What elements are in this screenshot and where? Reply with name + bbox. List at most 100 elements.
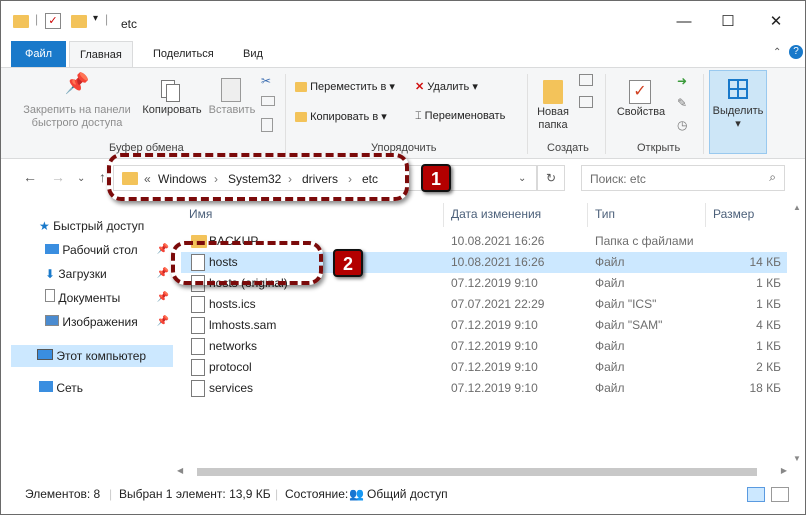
cell-size: 1 КБ xyxy=(756,297,781,311)
paste-button[interactable]: Вставить xyxy=(205,78,259,117)
copy-to-button[interactable]: Копировать в ▾ xyxy=(295,110,387,123)
rename-button[interactable]: ⌶ Переименовать xyxy=(415,110,505,123)
table-row[interactable]: services 07.12.2019 9:10 Файл 18 КБ xyxy=(181,378,787,399)
item-count: Элементов: 8 xyxy=(25,487,101,501)
close-button[interactable]: ✕ xyxy=(761,11,791,33)
nav-documents[interactable]: Документы 📌 xyxy=(45,287,173,309)
table-row[interactable]: lmhosts.sam 07.12.2019 9:10 Файл "SAM" 4 КБ xyxy=(181,315,787,336)
history-icon[interactable]: ◷ xyxy=(677,118,687,132)
nav-network[interactable]: Сеть xyxy=(39,377,169,399)
new-folder-qa-icon[interactable] xyxy=(71,15,87,28)
state-value: Общий доступ xyxy=(367,487,448,501)
search-icon: ⌕ xyxy=(769,170,776,184)
easy-access-icon[interactable] xyxy=(579,96,593,108)
pin-icon[interactable]: 📌 xyxy=(157,287,169,309)
column-name[interactable]: Имя xyxy=(189,203,212,225)
table-row[interactable]: networks 07.12.2019 9:10 Файл 1 КБ xyxy=(181,336,787,357)
file-icon xyxy=(191,359,205,376)
column-type[interactable]: Тип xyxy=(595,203,615,225)
network-icon xyxy=(39,381,53,392)
new-folder-icon xyxy=(533,76,573,106)
cell-name: lmhosts.sam xyxy=(209,318,277,332)
tab-view[interactable]: Вид xyxy=(233,41,273,67)
pin-icon[interactable]: 📌 xyxy=(157,263,169,285)
cell-date: 07.12.2019 9:10 xyxy=(451,276,538,290)
copy-path-icon[interactable] xyxy=(261,96,275,106)
scroll-thumb[interactable] xyxy=(197,468,757,476)
column-size[interactable]: Размер xyxy=(713,203,754,225)
help-icon[interactable]: ? xyxy=(789,45,803,59)
computer-icon xyxy=(37,349,53,360)
file-icon xyxy=(191,296,205,313)
download-arrow-icon: ⬇ xyxy=(45,267,56,281)
annotation-badge-1: 1 xyxy=(421,164,451,192)
nav-pictures[interactable]: Изображения 📌 xyxy=(45,311,173,333)
cell-size: 1 КБ xyxy=(756,276,781,290)
refresh-icon[interactable]: ↻ xyxy=(537,165,565,191)
up-arrow-icon[interactable]: ↑ xyxy=(99,169,106,185)
tab-file[interactable]: Файл xyxy=(11,41,67,67)
cell-size: 1 КБ xyxy=(756,339,781,353)
column-date[interactable]: Дата изменения xyxy=(451,203,541,225)
cell-size: 18 КБ xyxy=(749,381,781,395)
address-dropdown-icon[interactable]: ⌄ xyxy=(518,173,526,184)
cell-type: Файл xyxy=(595,381,625,395)
properties-qa-icon[interactable]: ✓ xyxy=(45,13,61,29)
back-arrow-icon[interactable]: ← xyxy=(23,169,37,185)
pin-icon[interactable]: 📌 xyxy=(157,311,169,333)
delete-x-icon: ✕ xyxy=(415,81,425,93)
nav-quick-access[interactable]: ★ Быстрый доступ xyxy=(39,215,169,237)
copy-icon xyxy=(139,78,205,104)
nav-downloads[interactable]: ⬇ Загрузки 📌 xyxy=(45,263,173,285)
select-button[interactable]: Выделить ▾ xyxy=(709,70,767,154)
properties-button[interactable]: ✓ Свойства xyxy=(613,76,669,119)
forward-arrow-icon[interactable]: → xyxy=(51,169,65,185)
cell-size: 2 КБ xyxy=(756,360,781,374)
star-icon: ★ xyxy=(39,219,50,233)
cell-date: 07.12.2019 9:10 xyxy=(451,360,538,374)
cell-type: Файл "ICS" xyxy=(595,297,657,311)
tab-share[interactable]: Поделиться xyxy=(143,41,224,67)
minimize-button[interactable]: — xyxy=(669,11,699,33)
new-item-icon[interactable] xyxy=(579,74,593,86)
cut-icon[interactable]: ✂ xyxy=(261,74,271,88)
rename-icon: ⌶ xyxy=(415,110,422,122)
cell-date: 07.12.2019 9:10 xyxy=(451,339,538,353)
nav-this-pc[interactable]: Этот компьютер xyxy=(11,345,173,367)
nav-desktop[interactable]: Рабочий стол 📌 xyxy=(45,239,173,261)
cell-name: services xyxy=(209,381,254,395)
new-folder-button[interactable]: Новая папка xyxy=(533,76,573,132)
copy-button[interactable]: Копировать xyxy=(139,78,205,117)
table-row[interactable]: protocol 07.12.2019 9:10 Файл 2 КБ xyxy=(181,357,787,378)
cell-date: 10.08.2021 16:26 xyxy=(451,255,545,269)
pin-icon[interactable]: 📌 xyxy=(157,239,169,261)
paste-shortcut-icon[interactable] xyxy=(261,118,273,132)
move-to-button[interactable]: Переместить в ▾ xyxy=(295,80,395,93)
scroll-left-icon[interactable]: ◀ xyxy=(177,466,183,475)
horizontal-scrollbar[interactable]: ◀ ▶ xyxy=(173,465,791,479)
cell-date: 10.08.2021 16:26 xyxy=(451,234,545,248)
pin-quick-access-button[interactable]: 📌 Закрепить на панели быстрого доступа xyxy=(17,74,137,130)
pictures-icon xyxy=(45,315,59,326)
scroll-up-icon[interactable]: ▲ xyxy=(793,203,801,212)
cell-type: Папка с файлами xyxy=(595,234,694,248)
open-icon[interactable]: ➜ xyxy=(677,74,687,88)
qa-dropdown-icon[interactable]: ▾ xyxy=(93,13,98,24)
group-open-label: Открыть xyxy=(637,142,681,154)
delete-button[interactable]: ✕ Удалить ▾ xyxy=(415,80,478,93)
large-icons-view-icon[interactable] xyxy=(771,487,789,502)
search-input[interactable]: Поиск: etc ⌕ xyxy=(581,165,785,191)
details-view-icon[interactable] xyxy=(747,487,765,502)
recent-dropdown-icon[interactable]: ⌄ xyxy=(77,173,85,184)
edit-icon[interactable]: ✎ xyxy=(677,96,687,110)
collapse-ribbon-icon[interactable]: ⌃ xyxy=(773,47,781,58)
maximize-button[interactable]: ☐ xyxy=(713,11,743,33)
vertical-scrollbar[interactable]: ▲ ▼ xyxy=(791,201,805,465)
table-row[interactable]: hosts.ics 07.07.2021 22:29 Файл "ICS" 1 КБ xyxy=(181,294,787,315)
scroll-down-icon[interactable]: ▼ xyxy=(793,454,801,463)
scroll-right-icon[interactable]: ▶ xyxy=(781,466,787,475)
annotation-badge-2: 2 xyxy=(333,249,363,277)
shared-users-icon: 👥 xyxy=(349,487,364,501)
explorer-window: | ✓ ▾ | etc — ☐ ✕ Файл Главная Поделитьс… xyxy=(0,0,806,515)
tab-home[interactable]: Главная xyxy=(69,41,133,68)
